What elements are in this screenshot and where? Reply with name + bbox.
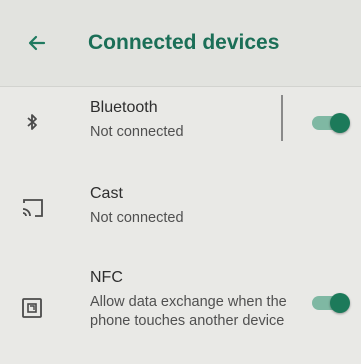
toggle-thumb: [330, 113, 350, 133]
bluetooth-toggle[interactable]: [312, 113, 352, 133]
cast-icon: [20, 196, 44, 220]
bluetooth-icon: [20, 110, 44, 134]
toggle-thumb: [330, 293, 350, 313]
bluetooth-label: Bluetooth: [90, 99, 158, 116]
arrow-left-icon: [28, 35, 46, 51]
top-app-bar: Connected devices: [0, 0, 361, 87]
cast-setting[interactable]: Cast Not connected: [0, 172, 361, 256]
bluetooth-setting[interactable]: Bluetooth Not connected: [0, 86, 361, 172]
nfc-toggle[interactable]: [312, 293, 352, 313]
nfc-description: Allow data exchange when the phone touch…: [90, 294, 287, 329]
cast-status: Not connected: [90, 210, 184, 226]
nfc-label: NFC: [90, 269, 123, 286]
cast-label: Cast: [90, 185, 123, 202]
page-title: Connected devices: [88, 31, 280, 54]
back-button[interactable]: [24, 30, 50, 56]
nfc-icon: [20, 296, 44, 320]
bluetooth-status: Not connected: [90, 124, 184, 140]
nfc-setting[interactable]: NFC Allow data exchange when the phone t…: [0, 256, 361, 364]
divider: [281, 95, 283, 141]
